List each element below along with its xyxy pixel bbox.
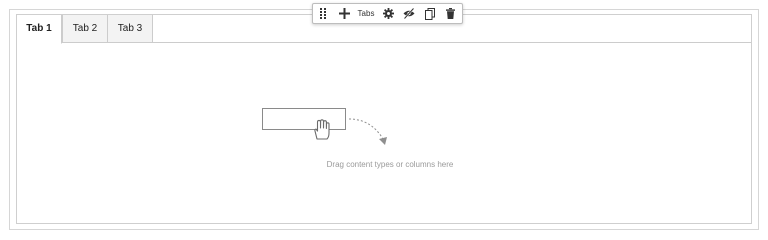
tabs-element[interactable]: Tab 1 Tab 2 Tab 3 Drag content types or … (16, 14, 752, 224)
add-tab-button[interactable] (337, 4, 351, 23)
gear-icon (382, 8, 394, 19)
tab-1[interactable]: Tab 1 (17, 15, 62, 44)
page-builder-stage: Tab 1 Tab 2 Tab 3 Drag content types or … (0, 0, 768, 235)
drag-handle-button[interactable] (317, 4, 329, 23)
dropzone-hint-text: Drag content types or columns here (326, 160, 454, 169)
drop-placeholder-box (262, 108, 346, 130)
toolbar-title: Tabs (357, 9, 375, 18)
tab-3[interactable]: Tab 3 (107, 15, 153, 43)
dropzone-hint: Drag content types or columns here (17, 160, 751, 169)
settings-button[interactable] (381, 4, 395, 23)
element-toolbar: Tabs (312, 3, 463, 24)
tab-panel-dropzone[interactable]: Drag content types or columns here (17, 43, 751, 224)
hide-button[interactable] (402, 4, 416, 23)
dashed-arrow-icon (348, 118, 387, 145)
trash-icon (445, 8, 455, 19)
hand-cursor-icon (314, 119, 330, 140)
duplicate-button[interactable] (423, 4, 437, 23)
plus-icon (338, 8, 350, 19)
eye-slash-icon (403, 8, 415, 19)
drag-handle-icon (320, 8, 326, 19)
tab-2[interactable]: Tab 2 (62, 15, 108, 43)
delete-button[interactable] (443, 4, 457, 23)
copy-icon (425, 7, 435, 20)
